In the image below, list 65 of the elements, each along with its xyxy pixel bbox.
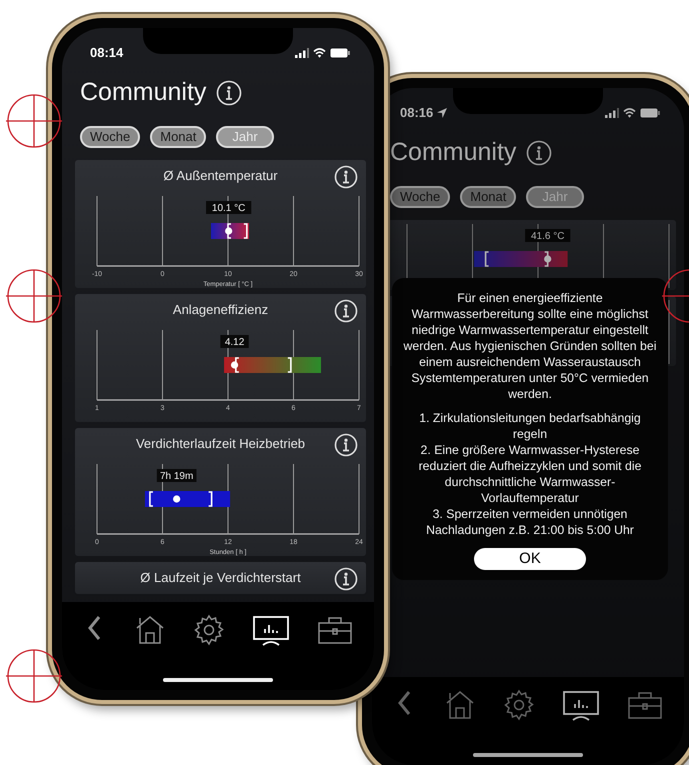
page-title: Community — [80, 77, 206, 108]
marker-dot — [225, 226, 232, 234]
info-icon[interactable] — [334, 164, 358, 188]
card-title: Anlageneffizienz — [172, 300, 268, 319]
settings-icon[interactable] — [192, 614, 225, 648]
grid-line — [96, 195, 98, 266]
page-title: Community — [390, 137, 516, 168]
dialog-message: Für einen energieeffiziente Warmwasserbereitung sollte eine möglichst niedrige Warmwassertemperatur eingestellt werden. Aus hygienischen Gründen sollten bei einem ausreichendem Wasseraustausch Systemtemperaturen unter 50°C vermieden werden. — [402, 290, 658, 402]
range-bracket — [288, 356, 292, 372]
dialog-tip: 3. Sperrzeiten vermeiden unnötigen Nachladungen z.B. 21:00 bis 5:00 Uhr — [425, 506, 635, 538]
period-tab[interactable]: Monat — [150, 126, 206, 148]
grid-line — [293, 463, 294, 534]
period-tab[interactable]: Woche — [80, 126, 140, 148]
value-label: 4.12 — [220, 334, 249, 348]
range-bracket — [544, 250, 548, 266]
value-label: 41.6 °C — [525, 228, 570, 242]
battery-icon — [330, 48, 350, 58]
status-time: 08:16 — [400, 104, 434, 122]
monitor-chart-icon[interactable] — [252, 614, 290, 648]
marker-dot — [544, 254, 552, 262]
range-bracket — [227, 222, 231, 238]
grid-line — [668, 299, 670, 364]
status-time: 08:14 — [90, 44, 124, 62]
period-tab[interactable]: Woche — [390, 186, 450, 208]
wifi-icon — [313, 48, 326, 58]
crosshair-icon — [6, 93, 62, 149]
period-tab[interactable]: Monat — [460, 186, 516, 208]
grid-line — [358, 463, 360, 534]
range-bracket — [235, 356, 239, 372]
battery-icon — [640, 108, 660, 118]
grid-line — [293, 195, 294, 266]
signal-icon — [605, 108, 619, 118]
settings-icon[interactable] — [502, 689, 535, 723]
grid-line — [358, 329, 360, 400]
wifi-icon — [623, 108, 636, 118]
crosshair-icon — [6, 648, 62, 704]
card-title: Ø Laufzeit je Verdichterstart — [140, 568, 301, 587]
grid-line — [162, 329, 163, 400]
grid-line — [96, 463, 98, 534]
dialog-tip: 1. Zirkulationsleitungen bedarfsabhängig regeln — [418, 410, 642, 442]
card-title: Ø Außentemperatur — [163, 166, 278, 185]
period-tab[interactable]: Jahr — [216, 126, 274, 148]
range-bracket — [208, 490, 212, 506]
grid-line — [96, 329, 98, 400]
grid-line — [358, 195, 360, 266]
marker-dot — [230, 360, 238, 368]
grid-line — [668, 223, 670, 288]
info-icon[interactable] — [216, 80, 242, 106]
marker-dot — [173, 494, 180, 502]
crosshair-icon — [6, 268, 62, 324]
range-bracket — [149, 490, 153, 506]
range-bracket — [484, 250, 489, 266]
monitor-chart-icon[interactable] — [562, 689, 600, 723]
card-title: Verdichterlaufzeit Heizbetrieb — [136, 434, 306, 453]
info-icon[interactable] — [526, 140, 552, 166]
signal-icon — [295, 48, 309, 58]
dialog-tip: 2. Eine größere Warmwasser-Hysterese reduziert die Aufheizzyklen und somit die durchschnittliche Warmwasser-Vorlauftemperatur — [418, 442, 642, 506]
value-label: 7h 19m — [156, 468, 196, 482]
ok-button[interactable]: OK — [474, 548, 586, 570]
info-icon[interactable] — [334, 298, 358, 322]
info-icon[interactable] — [334, 432, 358, 456]
value-label: 10.1 °C — [206, 200, 252, 214]
range-bracket — [244, 222, 248, 238]
info-icon[interactable] — [334, 566, 358, 590]
grid-line — [162, 195, 163, 266]
